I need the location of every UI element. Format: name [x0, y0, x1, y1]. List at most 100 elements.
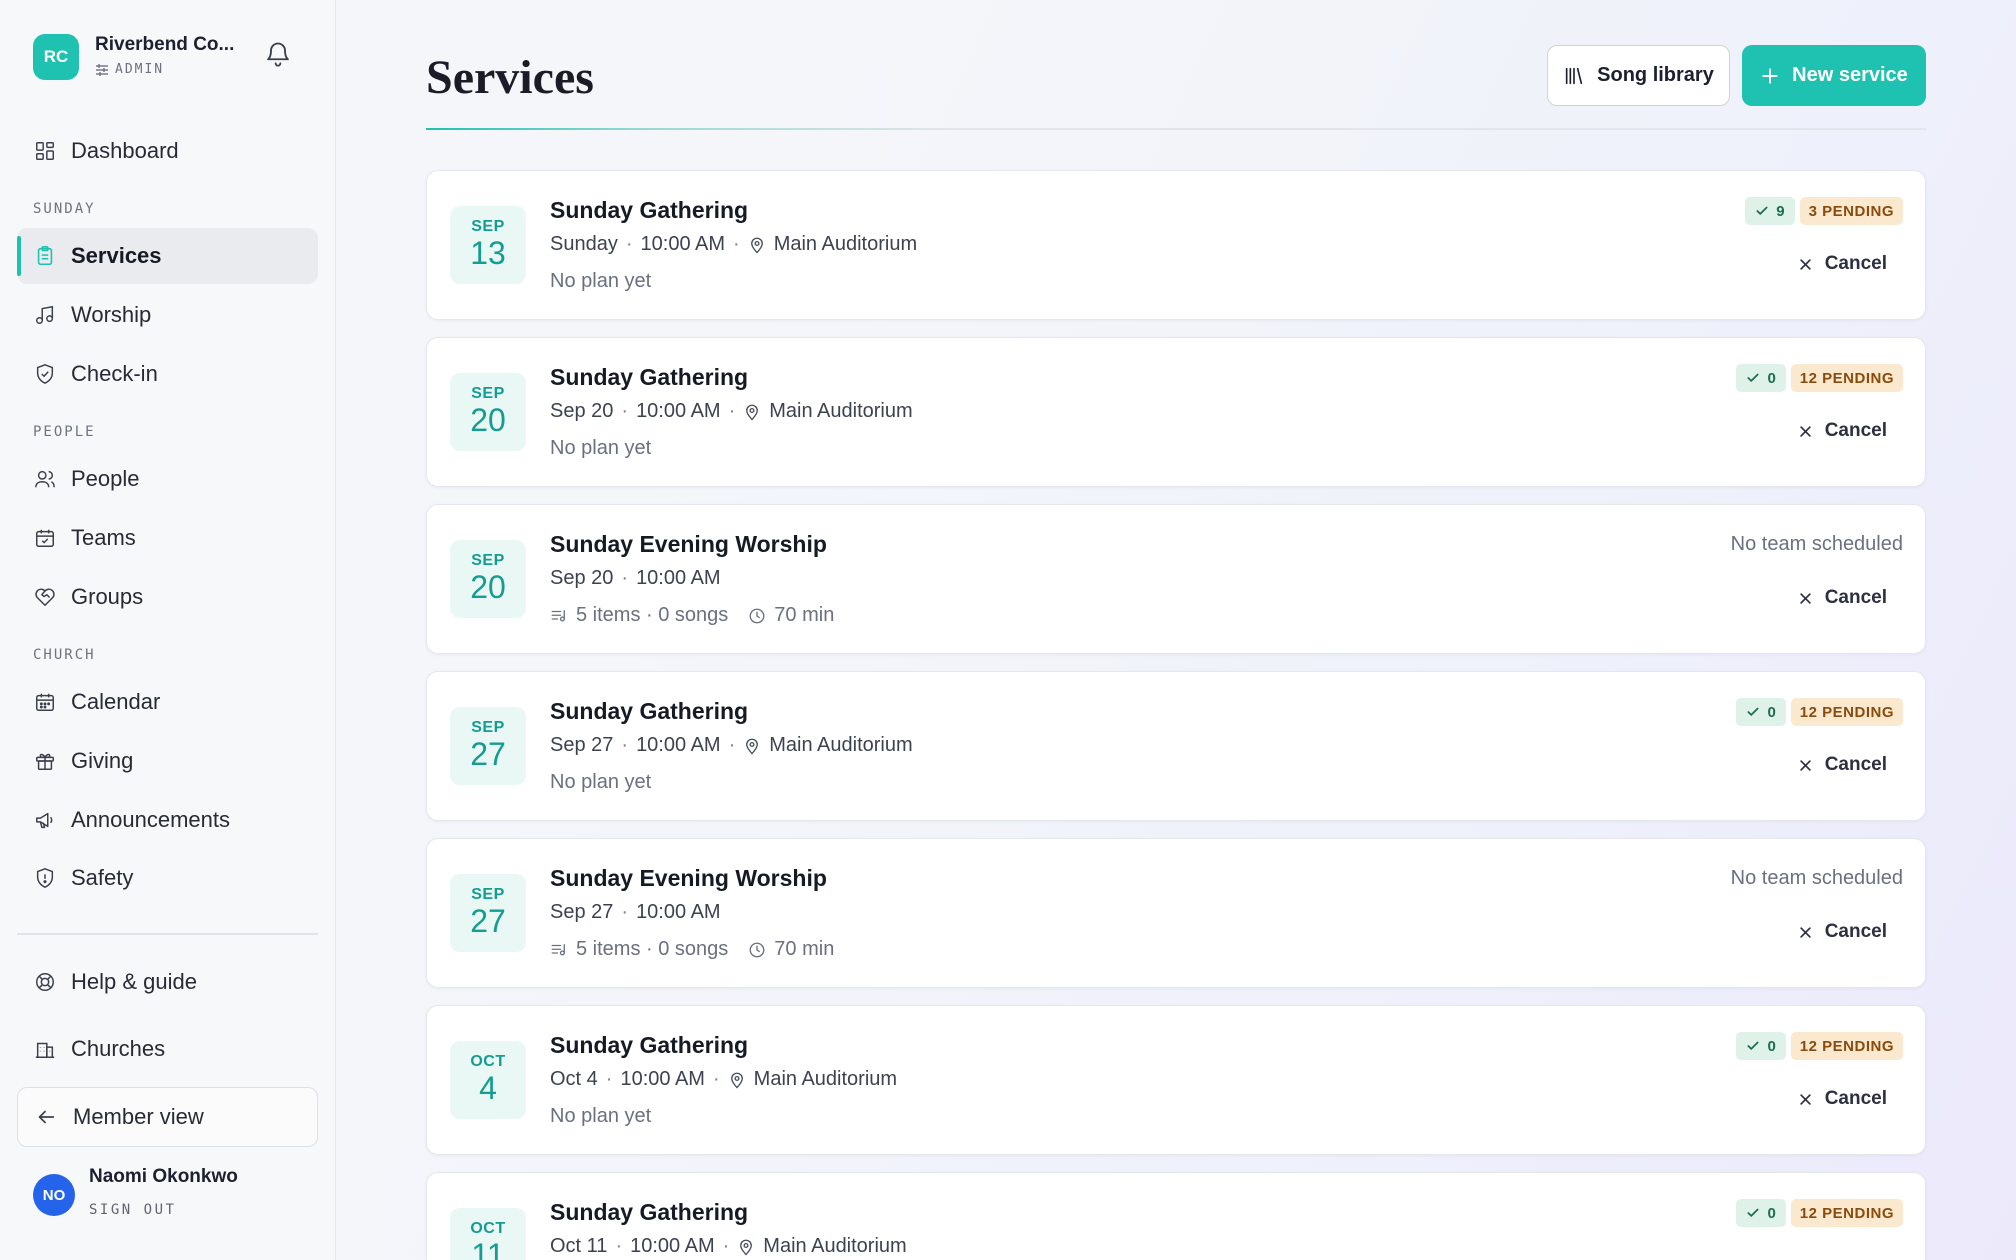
org-name: Riverbend Co... [95, 34, 235, 55]
sidebar-divider [17, 933, 318, 935]
cancel-button[interactable]: Cancel [1798, 1088, 1887, 1110]
date-tile: SEP 20 [450, 373, 526, 451]
cancel-button[interactable]: Cancel [1798, 921, 1887, 943]
pending-badge: 12 PENDING [1790, 1199, 1903, 1227]
cancel-button[interactable]: Cancel [1798, 420, 1887, 442]
sidebar-item-dashboard[interactable]: Dashboard [17, 123, 318, 179]
sidebar-item-checkin[interactable]: Check-in [17, 346, 318, 402]
service-location: Main Auditorium [773, 233, 918, 255]
sidebar-item-help[interactable]: Help & guide [17, 954, 318, 1010]
service-time: 10:00 AM [636, 901, 721, 923]
cancel-label: Cancel [1824, 587, 1887, 608]
close-icon [1800, 592, 1811, 604]
sidebar-item-churches[interactable]: Churches [17, 1021, 318, 1077]
song-library-button[interactable]: Song library [1547, 45, 1730, 106]
separator-dot: · [722, 1235, 730, 1257]
service-date: Sep 20 [550, 400, 614, 422]
cancel-button[interactable]: Cancel [1798, 253, 1887, 275]
service-card[interactable]: SEP 13 Sunday Gathering Sunday · 10:00 AM… [426, 170, 1926, 320]
sidebar-item-calendar[interactable]: Calendar [17, 674, 318, 730]
avatar[interactable]: NO [33, 1174, 75, 1216]
confirmed-count: 0 [1767, 1037, 1776, 1055]
calendar-icon [36, 693, 54, 711]
bell-icon[interactable] [264, 40, 292, 68]
library-icon [1565, 67, 1583, 84]
sidebar-item-people[interactable]: People [17, 451, 318, 507]
confirmed-count: 0 [1767, 369, 1776, 387]
playlist-icon [551, 943, 565, 956]
service-card[interactable]: SEP 27 Sunday Evening Worship Sep 27 · 10… [426, 838, 1926, 988]
new-service-button[interactable]: New service [1742, 45, 1926, 106]
service-date: Sep 20 [550, 567, 614, 589]
sidebar-item-worship[interactable]: Worship [17, 287, 318, 343]
date-tile: OCT 11 [450, 1208, 526, 1260]
sidebar-item-announcements[interactable]: Announcements [17, 792, 318, 848]
team-status: 0 12 PENDING [1736, 1032, 1903, 1060]
service-date: Sep 27 [550, 734, 614, 756]
gift-icon [36, 753, 54, 770]
map-pin-icon [750, 237, 763, 253]
member-view-label: Member view [73, 1104, 204, 1129]
date-tile: SEP 20 [450, 540, 526, 618]
service-title[interactable]: Sunday Evening Worship [550, 865, 827, 892]
plan-items: 5 items · 0 songs [576, 938, 729, 960]
service-meta: Sep 27 · 10:00 AM · Main Auditorium [550, 734, 913, 757]
plan-status: No plan yet [550, 270, 651, 293]
plan-status-text: No plan yet [550, 1105, 652, 1127]
date-month: OCT [470, 1220, 506, 1237]
date-day: 20 [470, 402, 506, 438]
date-day: 27 [470, 903, 506, 939]
org-role: ADMIN [95, 62, 164, 77]
service-location: Main Auditorium [753, 1068, 898, 1090]
cancel-label: Cancel [1824, 921, 1887, 942]
sidebar-item-giving[interactable]: Giving [17, 733, 318, 789]
plan-duration: 70 min [774, 938, 835, 960]
service-title[interactable]: Sunday Gathering [550, 698, 748, 725]
confirmed-badge: 0 [1736, 1032, 1786, 1060]
check-icon [1756, 206, 1768, 215]
service-title[interactable]: Sunday Gathering [550, 197, 748, 224]
service-time: 10:00 AM [640, 233, 726, 255]
sidebar-item-teams[interactable]: Teams [17, 510, 318, 566]
service-meta: Sunday · 10:00 AM · Main Auditorium [550, 233, 917, 256]
service-card[interactable]: OCT 4 Sunday Gathering Oct 4 · 10:00 AM · … [426, 1005, 1926, 1155]
sidebar-item-safety[interactable]: Safety [17, 850, 318, 906]
sign-out-link[interactable]: SIGN OUT [89, 1202, 176, 1218]
plan-duration: 70 min [774, 604, 835, 626]
sliders-icon [96, 63, 108, 76]
close-icon [1800, 1093, 1811, 1105]
sidebar-item-label: Help & guide [71, 969, 197, 994]
pending-badge: 12 PENDING [1790, 364, 1903, 392]
service-card[interactable]: SEP 27 Sunday Gathering Sep 27 · 10:00 AM… [426, 671, 1926, 821]
date-month: OCT [470, 1053, 506, 1070]
sidebar-item-label: Safety [71, 865, 134, 890]
service-title[interactable]: Sunday Gathering [550, 1199, 748, 1226]
close-icon [1800, 926, 1811, 938]
confirmed-badge: 0 [1736, 1199, 1786, 1227]
user-profile: NO Naomi Okonkwo SIGN OUT [33, 1166, 323, 1226]
service-meta: Sep 27 · 10:00 AM [550, 901, 721, 924]
confirmed-count: 0 [1767, 1204, 1776, 1222]
service-card[interactable]: SEP 20 Sunday Gathering Sep 20 · 10:00 AM… [426, 337, 1926, 487]
service-card[interactable]: SEP 20 Sunday Evening Worship Sep 20 · 10… [426, 504, 1926, 654]
cancel-button[interactable]: Cancel [1798, 754, 1887, 776]
separator-dot: · [625, 233, 633, 255]
team-status: 0 12 PENDING [1736, 364, 1903, 392]
sidebar-item-services[interactable]: Services [17, 228, 318, 284]
service-title[interactable]: Sunday Gathering [550, 1032, 748, 1059]
service-date: Sunday [550, 233, 618, 255]
sidebar: RC Riverbend Co... ADMIN Dashboard SUNDA… [0, 0, 336, 1260]
team-status: 0 12 PENDING [1736, 1199, 1903, 1227]
member-view-button[interactable]: Member view [17, 1087, 318, 1147]
users-icon [35, 470, 55, 488]
cancel-button[interactable]: Cancel [1798, 587, 1887, 609]
calendar-check-icon [36, 529, 54, 547]
section-label-sunday: SUNDAY [33, 201, 96, 217]
shield-check-icon [36, 364, 54, 384]
sidebar-item-label: Giving [71, 748, 134, 773]
service-title[interactable]: Sunday Gathering [550, 364, 748, 391]
sidebar-item-groups[interactable]: Groups [17, 569, 318, 625]
sidebar-item-label: Services [71, 243, 162, 268]
service-title[interactable]: Sunday Evening Worship [550, 531, 827, 558]
service-card[interactable]: OCT 11 Sunday Gathering Oct 11 · 10:00 AM… [426, 1172, 1926, 1260]
